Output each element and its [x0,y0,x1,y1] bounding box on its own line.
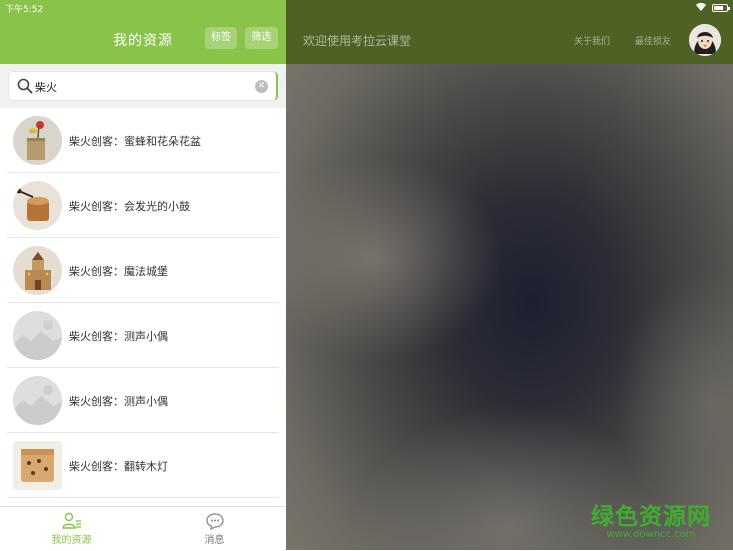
planter-thumbnail [13,116,62,165]
search-bar: 柴火 ✕ [0,64,286,108]
search-value: 柴火 [35,81,57,94]
placeholder-thumbnail [13,376,62,425]
tab-label: 我的资源 [51,535,92,546]
watermark: 绿色资源网 www.downcc.com [591,497,711,540]
chat-bubble-icon [206,513,224,530]
status-bar: 下午5:52 [0,0,733,16]
tab-label: 消息 [204,535,225,546]
castle-thumbnail [13,246,62,295]
placeholder-thumbnail [13,311,62,360]
tab-my-resources[interactable]: 我的资源 [0,507,143,551]
filter-button[interactable]: 筛选 [245,27,278,49]
tag-button[interactable]: 标签 [205,27,237,49]
page-title: 我的资源 [113,33,173,49]
list-item[interactable]: 柴火创客：测声小偶 [0,368,286,433]
status-time: 下午5:52 [5,5,44,15]
resource-list: 柴火创客：蜜蜂和花朵花盆 柴火创客：会发光的小鼓 柴火创客：魔法城堡 柴火创客：… [0,108,286,506]
list-item[interactable]: 柴火创客：蜜蜂和花朵花盆 [0,108,286,173]
resource-panel: 我的资源 标签 筛选 柴火 ✕ 柴火创客：蜜蜂和花朵花盆 柴火创客：会发光的小鼓… [0,0,286,550]
list-item[interactable]: 柴火创客：魔法城堡 [0,238,286,303]
search-input[interactable]: 柴火 ✕ [8,71,278,101]
about-us-link[interactable]: 关于我们 [574,34,610,47]
tab-bar: 我的资源 消息 [0,506,286,550]
tab-messages[interactable]: 消息 [143,507,286,551]
list-item[interactable]: 柴火创客：会发光的小鼓 [0,173,286,238]
search-icon [17,78,33,94]
avatar[interactable] [689,24,721,56]
list-item[interactable] [0,498,286,506]
wood-lamp-thumbnail [13,441,62,490]
resource-name: 柴火创客：翻转木灯 [69,460,168,473]
resource-name: 柴火创客：蜜蜂和花朵花盆 [69,135,201,148]
content-area: 欢迎使用考拉云课堂 关于我们 最佳损友 [286,0,733,550]
user-list-icon [62,512,81,529]
watermark-url: www.downcc.com [606,529,696,540]
battery-icon [712,4,730,12]
welcome-text: 欢迎使用考拉云课堂 [303,34,412,48]
clear-icon[interactable]: ✕ [255,80,268,93]
best-friends-link[interactable]: 最佳损友 [635,34,671,47]
resource-name: 柴火创客：魔法城堡 [69,265,168,278]
drum-thumbnail [13,181,62,230]
resource-name: 柴火创客：测声小偶 [69,395,168,408]
resource-name: 柴火创客：测声小偶 [69,330,168,343]
list-item[interactable]: 柴火创客：翻转木灯 [0,433,286,498]
watermark-title: 绿色资源网 [591,504,711,530]
list-item[interactable]: 柴火创客：测声小偶 [0,303,286,368]
wifi-icon [696,2,706,12]
resource-name: 柴火创客：会发光的小鼓 [69,200,190,213]
